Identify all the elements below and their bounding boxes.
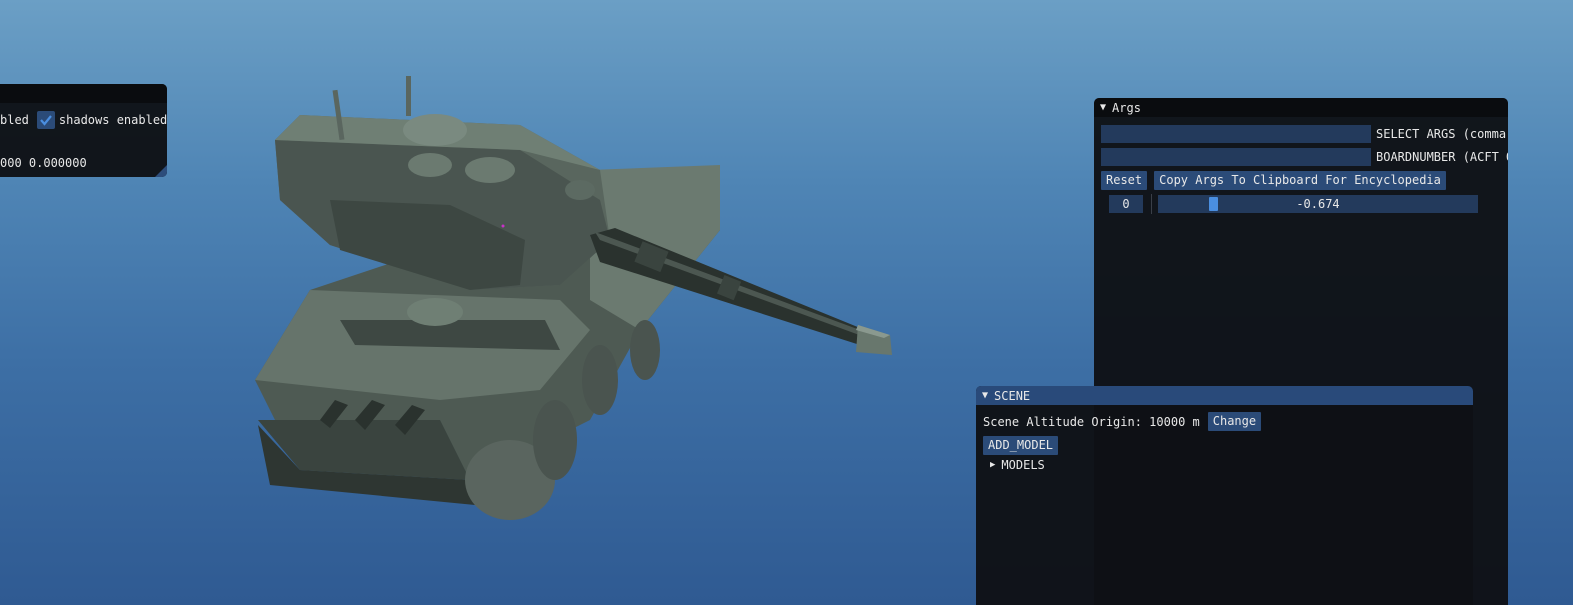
boardnumber-input[interactable] <box>1101 148 1371 166</box>
boardnumber-label: BOARDNUMBER (ACFT ON <box>1376 150 1508 164</box>
arg-value-text: -0.674 <box>1296 197 1340 211</box>
reset-button[interactable]: Reset <box>1101 171 1148 190</box>
copy-args-button[interactable]: Copy Args To Clipboard For Encyclopedia <box>1154 171 1446 190</box>
altitude-origin-label: Scene Altitude Origin: 10000 m <box>983 414 1200 429</box>
shadows-enabled-label: shadows enabled <box>58 113 168 127</box>
models-tree-node[interactable]: ▶ MODELS <box>990 458 1045 472</box>
arg-index-field[interactable]: 0 <box>1109 195 1143 213</box>
expand-arrow-icon[interactable]: ▶ <box>990 460 995 470</box>
args-titlebar[interactable]: ▼ Args <box>1094 98 1508 117</box>
add-model-button[interactable]: ADD_MODEL <box>983 436 1059 455</box>
slider-grab-handle[interactable] <box>1208 197 1218 211</box>
change-button[interactable]: Change <box>1207 412 1262 431</box>
collapse-triangle-icon[interactable]: ▼ <box>1100 102 1106 113</box>
select-args-input[interactable] <box>1101 125 1371 143</box>
partial-enabled-label: bled <box>0 113 29 127</box>
separator <box>1151 194 1152 214</box>
select-args-label: SELECT ARGS (comma s <box>1376 127 1508 141</box>
shadows-checkbox[interactable] <box>36 111 55 129</box>
values-readout: 000 0.000000 <box>0 156 87 170</box>
models-label: MODELS <box>1001 458 1045 472</box>
args-title: Args <box>1112 100 1141 115</box>
render-settings-panel: bled shadows enabled 000 0.000000 <box>0 84 167 177</box>
collapse-triangle-icon[interactable]: ▼ <box>982 390 988 401</box>
scene-titlebar[interactable]: ▼ SCENE <box>976 386 1473 405</box>
scene-title: SCENE <box>994 388 1031 403</box>
render-settings-titlebar[interactable] <box>0 84 167 103</box>
scene-panel: ▼ SCENE Scene Altitude Origin: 10000 m C… <box>976 386 1473 605</box>
checkmark-icon <box>40 115 52 126</box>
resize-grip[interactable] <box>155 165 167 177</box>
arg-value-slider[interactable]: -0.674 <box>1158 195 1478 213</box>
